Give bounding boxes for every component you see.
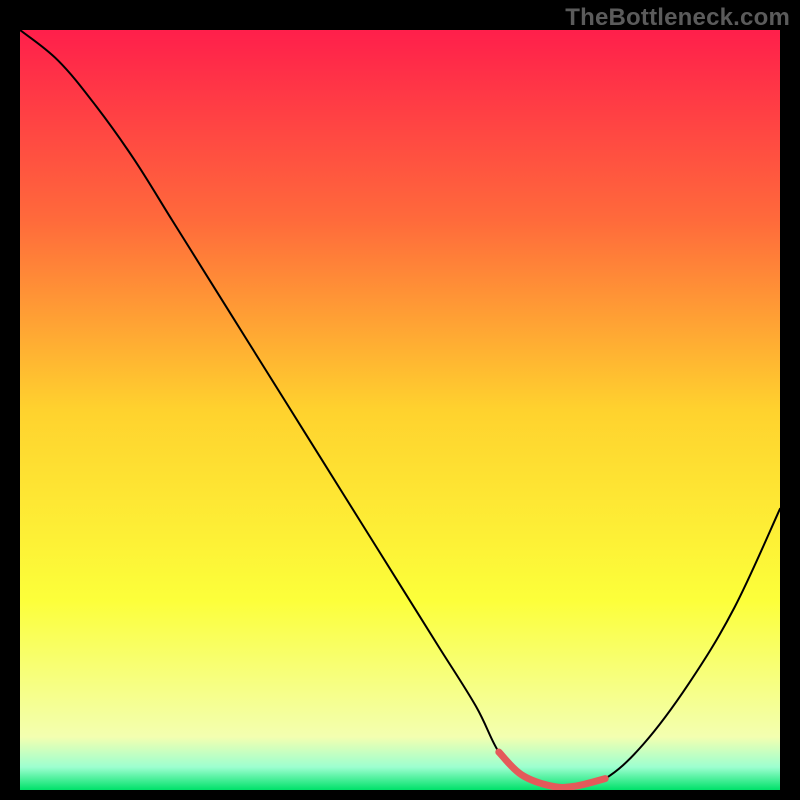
chart-svg bbox=[20, 30, 780, 790]
chart-plot bbox=[20, 30, 780, 790]
gradient-background bbox=[20, 30, 780, 790]
chart-container: TheBottleneck.com bbox=[0, 0, 800, 800]
watermark-text: TheBottleneck.com bbox=[565, 4, 790, 32]
